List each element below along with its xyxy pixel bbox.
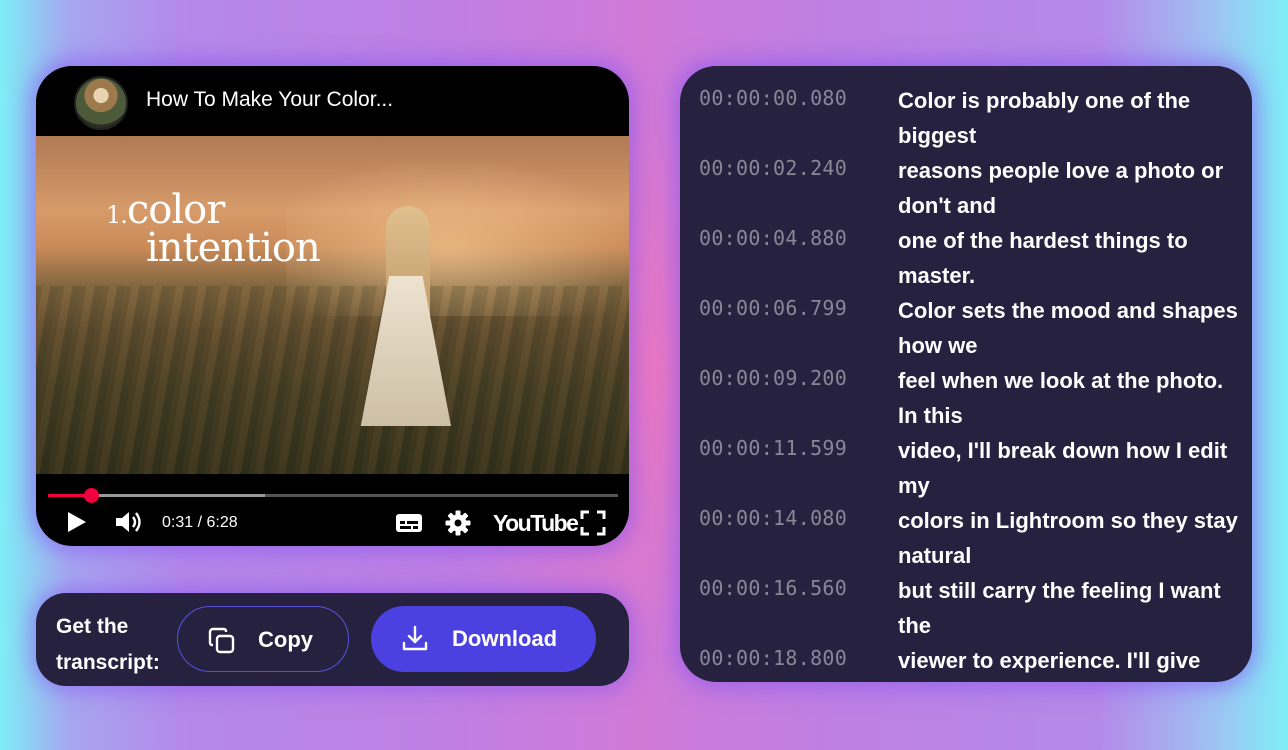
youtube-logo[interactable]: YouTube [493, 510, 579, 537]
transcript-timestamp[interactable]: 00:00:04.880 [699, 226, 847, 250]
transcript-row[interactable]: 00:00:09.200 feel when we look at the pho… [680, 363, 1252, 433]
transcript-row[interactable]: 00:00:02.240 reasons people love a photo … [680, 153, 1252, 223]
transcript-row[interactable]: 00:00:00.080 Color is probably one of the… [680, 83, 1252, 153]
captions-icon[interactable] [395, 511, 423, 535]
transcript-row[interactable]: 00:00:04.880 one of the hardest things to… [680, 223, 1252, 293]
transcript-timestamp[interactable]: 00:00:02.240 [699, 156, 847, 180]
transcript-row[interactable]: 00:00:18.800 viewer to experience. I'll g… [680, 643, 1252, 682]
video-header: How To Make Your Color... [36, 66, 629, 136]
transcript-panel[interactable]: 00:00:00.080 Color is probably one of the… [680, 66, 1252, 682]
transcript-caption: reasons people love a photo or don't and [898, 158, 1224, 218]
video-title[interactable]: How To Make Your Color... [146, 88, 393, 112]
video-player[interactable]: How To Make Your Color... 1.color intent… [36, 66, 629, 546]
video-overlay-text: 1.color intention [106, 190, 321, 271]
overlay-line2: intention [146, 225, 321, 271]
transcript-timestamp[interactable]: 00:00:09.200 [699, 366, 847, 390]
transcript-caption: one of the hardest things to master. [898, 228, 1188, 288]
time-display: 0:31 / 6:28 [162, 514, 238, 531]
player-controls: 0:31 / 6:28 YouTube [36, 474, 629, 546]
progress-scrubber-handle[interactable] [83, 488, 99, 503]
video-frame-field [36, 286, 629, 474]
transcript-caption: colors in Lightroom so they stay natural [898, 508, 1238, 568]
download-button-label: Download [452, 626, 558, 651]
transcript-timestamp[interactable]: 00:00:06.799 [699, 296, 847, 320]
copy-button-label: Copy [258, 627, 313, 652]
transcript-caption: Color sets the mood and shapes how we [898, 298, 1238, 358]
play-icon[interactable] [64, 510, 88, 534]
transcript-list: 00:00:00.080 Color is probably one of the… [680, 83, 1252, 682]
transcript-caption: video, I'll break down how I edit my [898, 438, 1228, 498]
transcript-timestamp[interactable]: 00:00:18.800 [699, 646, 847, 670]
transcript-timestamp[interactable]: 00:00:11.599 [699, 436, 847, 460]
download-button[interactable]: Download [371, 606, 596, 672]
video-frame[interactable]: 1.color intention [36, 136, 629, 474]
transcript-actions: Get the transcript: Copy Download [36, 593, 629, 686]
fullscreen-icon[interactable] [580, 510, 606, 536]
transcript-row[interactable]: 00:00:14.080 colors in Lightroom so they … [680, 503, 1252, 573]
copy-button[interactable]: Copy [177, 606, 349, 672]
transcript-caption: feel when we look at the photo. In this [898, 368, 1224, 428]
transcript-timestamp[interactable]: 00:00:00.080 [699, 86, 847, 110]
copy-icon [208, 627, 235, 654]
transcript-row[interactable]: 00:00:06.799 Color sets the mood and shap… [680, 293, 1252, 363]
channel-avatar[interactable] [74, 76, 128, 130]
transcript-row[interactable]: 00:00:16.560 but still carry the feeling … [680, 573, 1252, 643]
progress-bar[interactable] [48, 494, 618, 497]
transcript-caption: viewer to experience. I'll give [898, 648, 1201, 673]
get-transcript-label: Get the transcript: [56, 615, 160, 674]
gear-icon[interactable] [445, 510, 471, 536]
overlay-number: 1. [106, 201, 128, 229]
transcript-row[interactable]: 00:00:11.599 video, I'll break down how I… [680, 433, 1252, 503]
download-icon [402, 625, 428, 651]
transcript-caption: Color is probably one of the biggest [898, 88, 1191, 148]
transcript-timestamp[interactable]: 00:00:16.560 [699, 576, 847, 600]
transcript-caption: but still carry the feeling I want the [898, 578, 1221, 638]
transcript-timestamp[interactable]: 00:00:14.080 [699, 506, 847, 530]
volume-icon[interactable] [114, 509, 144, 535]
